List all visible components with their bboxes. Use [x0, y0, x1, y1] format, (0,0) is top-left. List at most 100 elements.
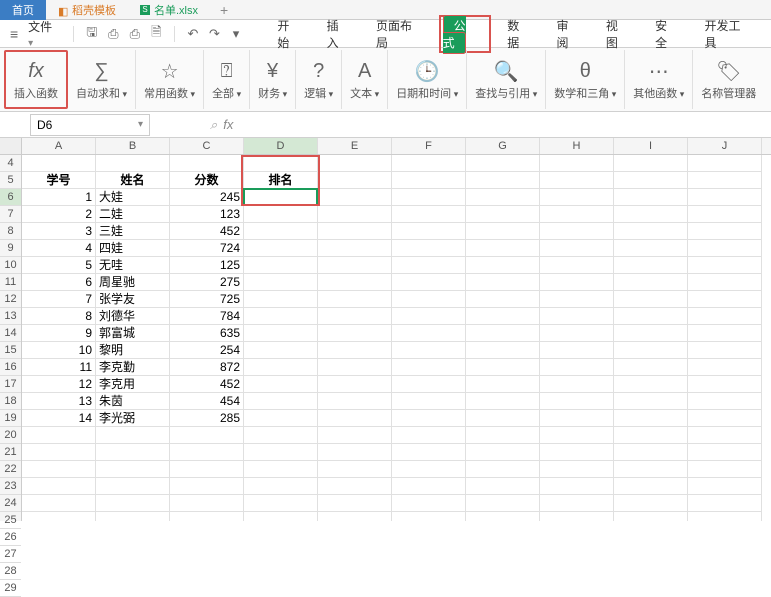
- menu-formula[interactable]: 公式: [443, 15, 466, 54]
- cell-B7[interactable]: 二娃: [96, 206, 170, 223]
- cell-A8[interactable]: 3: [22, 223, 96, 240]
- row-header-15[interactable]: 15: [0, 342, 21, 359]
- cell-E13[interactable]: [318, 308, 392, 325]
- cell-A18[interactable]: 13: [22, 393, 96, 410]
- cell-F24[interactable]: [392, 495, 466, 512]
- undo-icon[interactable]: ↶: [185, 26, 201, 42]
- cell-J4[interactable]: [688, 155, 762, 172]
- row-header-12[interactable]: 12: [0, 291, 21, 308]
- cell-D25[interactable]: [244, 512, 318, 521]
- cell-H12[interactable]: [540, 291, 614, 308]
- row-header-8[interactable]: 8: [0, 223, 21, 240]
- cell-J21[interactable]: [688, 444, 762, 461]
- cell-A14[interactable]: 9: [22, 325, 96, 342]
- row-header-23[interactable]: 23: [0, 478, 21, 495]
- cell-H9[interactable]: [540, 240, 614, 257]
- cell-B9[interactable]: 四娃: [96, 240, 170, 257]
- cell-B13[interactable]: 刘德华: [96, 308, 170, 325]
- cell-D8[interactable]: [244, 223, 318, 240]
- cell-C19[interactable]: 285: [170, 410, 244, 427]
- cell-J14[interactable]: [688, 325, 762, 342]
- cell-J7[interactable]: [688, 206, 762, 223]
- cell-J10[interactable]: [688, 257, 762, 274]
- cell-A17[interactable]: 12: [22, 376, 96, 393]
- row-header-26[interactable]: 26: [0, 529, 21, 546]
- spreadsheet-grid[interactable]: 4567891011121314151617181920212223242526…: [0, 138, 771, 521]
- row-header-10[interactable]: 10: [0, 257, 21, 274]
- cell-C10[interactable]: 125: [170, 257, 244, 274]
- cell-I7[interactable]: [614, 206, 688, 223]
- cell-D9[interactable]: [244, 240, 318, 257]
- cell-E20[interactable]: [318, 427, 392, 444]
- cell-B4[interactable]: [96, 155, 170, 172]
- cell-H10[interactable]: [540, 257, 614, 274]
- cell-F21[interactable]: [392, 444, 466, 461]
- dropdown-icon[interactable]: ▾: [228, 26, 244, 42]
- cell-B18[interactable]: 朱茵: [96, 393, 170, 410]
- cell-I10[interactable]: [614, 257, 688, 274]
- cell-J17[interactable]: [688, 376, 762, 393]
- cell-J13[interactable]: [688, 308, 762, 325]
- col-header-G[interactable]: G: [466, 138, 540, 154]
- autosum-button[interactable]: ∑ 自动求和: [68, 50, 136, 109]
- cell-F7[interactable]: [392, 206, 466, 223]
- math-button[interactable]: θ 数学和三角: [546, 50, 625, 109]
- cell-F6[interactable]: [392, 189, 466, 206]
- cell-B20[interactable]: [96, 427, 170, 444]
- cell-E8[interactable]: [318, 223, 392, 240]
- cell-F12[interactable]: [392, 291, 466, 308]
- menu-start[interactable]: 开始: [267, 14, 310, 54]
- row-header-28[interactable]: 28: [0, 563, 21, 580]
- cell-G18[interactable]: [466, 393, 540, 410]
- cell-J23[interactable]: [688, 478, 762, 495]
- cell-G24[interactable]: [466, 495, 540, 512]
- new-tab-button[interactable]: +: [210, 0, 238, 20]
- cell-J11[interactable]: [688, 274, 762, 291]
- cell-F14[interactable]: [392, 325, 466, 342]
- cell-C9[interactable]: 724: [170, 240, 244, 257]
- cell-B6[interactable]: 大娃: [96, 189, 170, 206]
- cell-I5[interactable]: [614, 172, 688, 189]
- cell-D13[interactable]: [244, 308, 318, 325]
- cell-D11[interactable]: [244, 274, 318, 291]
- cell-G19[interactable]: [466, 410, 540, 427]
- row-header-29[interactable]: 29: [0, 580, 21, 597]
- finance-button[interactable]: ¥ 财务: [250, 50, 296, 109]
- row-header-7[interactable]: 7: [0, 206, 21, 223]
- cell-G12[interactable]: [466, 291, 540, 308]
- row-header-21[interactable]: 21: [0, 444, 21, 461]
- cell-E24[interactable]: [318, 495, 392, 512]
- cell-E9[interactable]: [318, 240, 392, 257]
- cell-I14[interactable]: [614, 325, 688, 342]
- row-header-24[interactable]: 24: [0, 495, 21, 512]
- cell-G7[interactable]: [466, 206, 540, 223]
- text-button[interactable]: A 文本: [342, 50, 388, 109]
- cell-I25[interactable]: [614, 512, 688, 521]
- cell-F20[interactable]: [392, 427, 466, 444]
- cell-G13[interactable]: [466, 308, 540, 325]
- name-box[interactable]: D6 ▾: [30, 114, 150, 136]
- cell-G9[interactable]: [466, 240, 540, 257]
- cell-B25[interactable]: [96, 512, 170, 521]
- cell-I24[interactable]: [614, 495, 688, 512]
- cell-D20[interactable]: [244, 427, 318, 444]
- cell-C4[interactable]: [170, 155, 244, 172]
- cell-A5[interactable]: 学号: [22, 172, 96, 189]
- cell-A19[interactable]: 14: [22, 410, 96, 427]
- row-header-11[interactable]: 11: [0, 274, 21, 291]
- col-header-A[interactable]: A: [22, 138, 96, 154]
- cell-B24[interactable]: [96, 495, 170, 512]
- print-preview-icon[interactable]: 🗎: [149, 26, 165, 42]
- cell-A21[interactable]: [22, 444, 96, 461]
- cell-G16[interactable]: [466, 359, 540, 376]
- cell-I12[interactable]: [614, 291, 688, 308]
- row-header-5[interactable]: 5: [0, 172, 21, 189]
- row-header-20[interactable]: 20: [0, 427, 21, 444]
- cell-C25[interactable]: [170, 512, 244, 521]
- cell-D21[interactable]: [244, 444, 318, 461]
- select-all-corner[interactable]: [0, 138, 21, 155]
- menu-view[interactable]: 视图: [596, 14, 639, 54]
- cell-D23[interactable]: [244, 478, 318, 495]
- logic-button[interactable]: ? 逻辑: [296, 50, 342, 109]
- cell-D24[interactable]: [244, 495, 318, 512]
